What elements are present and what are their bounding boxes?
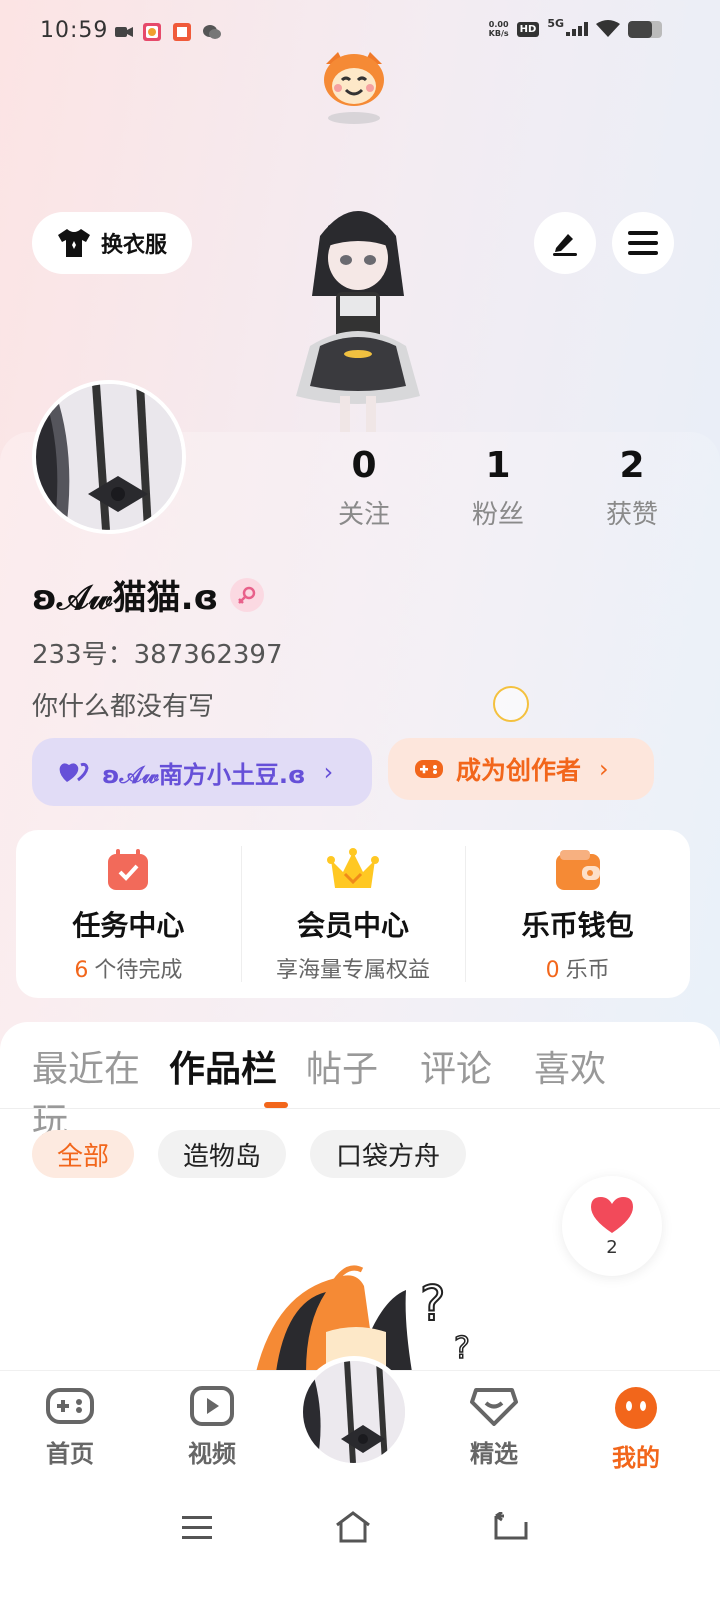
task-sub-label: 个待完成: [94, 958, 183, 983]
stat-value: 1: [485, 445, 511, 486]
nav-featured[interactable]: 精选: [454, 1386, 534, 1469]
filter-pocket-ark[interactable]: 口袋方舟: [310, 1130, 466, 1178]
stat-followers[interactable]: 1 粉丝: [438, 445, 558, 531]
coin-wallet-sub: 0 乐币: [546, 952, 610, 984]
tab-likes[interactable]: 喜欢: [534, 1040, 624, 1144]
change-outfit-label: 换衣服: [100, 233, 167, 258]
task-calendar-icon: [108, 849, 149, 890]
svg-text:?: ?: [420, 1276, 445, 1332]
app-notification-icon: [173, 23, 191, 41]
become-creator-button[interactable]: 成为创作者 ›: [388, 738, 654, 800]
partner-name: ʚ𝒜𝓌南方小土豆.ɞ: [102, 760, 306, 789]
task-center[interactable]: 任务中心 6 个待完成: [16, 830, 241, 998]
avatar-character-figure[interactable]: [270, 196, 446, 436]
net-speed-unit: KB/s: [488, 29, 509, 38]
like-button[interactable]: 2: [562, 1176, 662, 1276]
task-count: 6: [74, 958, 89, 983]
tab-recently-played[interactable]: 最近在玩: [32, 1040, 169, 1144]
mascot-logo-icon: [324, 52, 384, 124]
status-indicators: 0.00 KB/s HD 5G: [489, 17, 662, 38]
app-notification-icon: [143, 23, 161, 41]
chevron-right-icon: ›: [323, 758, 334, 786]
wifi-icon: [596, 20, 620, 37]
status-time: 10:59: [40, 18, 109, 43]
net-speed: 0.00 KB/s: [489, 20, 509, 38]
svg-text:?: ?: [454, 1331, 470, 1366]
chevron-right-icon: ›: [599, 755, 609, 783]
empty-state-illustration: ? ?: [256, 1265, 471, 1372]
crown-icon: [327, 848, 379, 888]
divider: [0, 1108, 720, 1109]
quick-panel: 任务中心 6 个待完成 会员中心 享海量专属权益 乐币钱包 0 乐币: [16, 830, 690, 998]
stat-label: 关注: [337, 500, 390, 530]
menu-button[interactable]: [612, 212, 674, 274]
gamepad-icon: [415, 760, 443, 778]
filter-creation-island[interactable]: 造物岛: [158, 1130, 286, 1178]
heart-icon: [591, 1196, 633, 1233]
signal-icon: 5G: [547, 17, 588, 36]
stat-label: 获赞: [605, 500, 658, 530]
tab-posts[interactable]: 帖子: [306, 1040, 420, 1144]
nav-video[interactable]: 视频: [172, 1386, 252, 1469]
play-icon: [190, 1386, 234, 1426]
home-icon[interactable]: [334, 1510, 372, 1544]
bio[interactable]: 你什么都没有写: [32, 686, 214, 723]
back-icon[interactable]: [494, 1512, 528, 1542]
battery-icon: [628, 20, 662, 38]
stat-value: 0: [351, 445, 377, 486]
member-center-title: 会员中心: [297, 909, 410, 942]
user-id: 233号：387362397: [32, 640, 283, 670]
hd-badge: HD: [516, 21, 540, 37]
task-center-sub: 6 个待完成: [74, 952, 182, 984]
nav-home-label: 首页: [46, 1440, 94, 1468]
pen-icon: [553, 234, 577, 256]
member-sub-label: 享海量专属权益: [276, 958, 431, 983]
become-creator-label: 成为创作者: [456, 756, 582, 785]
coin-sub-label: 乐币: [565, 958, 610, 983]
avatar[interactable]: [32, 380, 186, 534]
edit-profile-button[interactable]: [534, 212, 596, 274]
coin-count: 0: [545, 958, 560, 983]
nav-me-label: 我的: [612, 1444, 660, 1472]
nickname: ʚ𝒜𝓌猫猫.ɞ: [32, 570, 265, 619]
system-navigation-bar: [0, 1480, 720, 1600]
stat-following[interactable]: 0 关注: [304, 445, 424, 531]
net-speed-value: 0.00: [488, 20, 509, 29]
wallet-icon: [555, 850, 600, 890]
profile-tabs: 最近在玩 作品栏 帖子 评论 喜欢: [32, 1040, 624, 1144]
nickname-text: ʚ𝒜𝓌猫猫.ɞ: [32, 578, 219, 618]
nav-home[interactable]: 首页: [30, 1386, 110, 1469]
like-count: 2: [606, 1236, 618, 1258]
double-heart-icon: [59, 762, 89, 782]
nav-me[interactable]: 我的: [596, 1386, 676, 1473]
wechat-icon: [203, 25, 221, 39]
face-icon: [615, 1387, 657, 1429]
change-outfit-button[interactable]: 换衣服: [32, 212, 192, 274]
hamburger-menu-icon: [628, 231, 658, 255]
task-center-title: 任务中心: [72, 909, 185, 942]
filter-all[interactable]: 全部: [32, 1130, 134, 1178]
member-center[interactable]: 会员中心 享海量专属权益: [240, 830, 466, 998]
stat-label: 粉丝: [471, 500, 524, 530]
coin-wallet-title: 乐币钱包: [521, 909, 634, 942]
video-recorder-icon: [115, 27, 133, 37]
nav-featured-label: 精选: [470, 1440, 518, 1468]
gamepad-icon: [46, 1388, 94, 1424]
female-gender-icon: [230, 577, 265, 612]
touch-indicator: [493, 686, 529, 722]
recent-apps-icon[interactable]: [180, 1514, 214, 1542]
tab-comments[interactable]: 评论: [420, 1040, 534, 1144]
coin-wallet[interactable]: 乐币钱包 0 乐币: [465, 830, 690, 998]
partner-chip[interactable]: ʚ𝒜𝓌南方小土豆.ɞ ›: [32, 738, 372, 806]
nav-video-label: 视频: [188, 1440, 236, 1468]
stat-likes[interactable]: 2 获赞: [572, 445, 692, 531]
tshirt-icon: [57, 229, 90, 257]
heart-diamond-icon: [470, 1388, 518, 1426]
nav-avatar-button[interactable]: [298, 1356, 410, 1468]
tab-works[interactable]: 作品栏: [169, 1040, 306, 1144]
member-center-sub: 享海量专属权益: [276, 952, 430, 984]
stat-value: 2: [619, 445, 645, 486]
network-type: 5G: [547, 17, 564, 30]
